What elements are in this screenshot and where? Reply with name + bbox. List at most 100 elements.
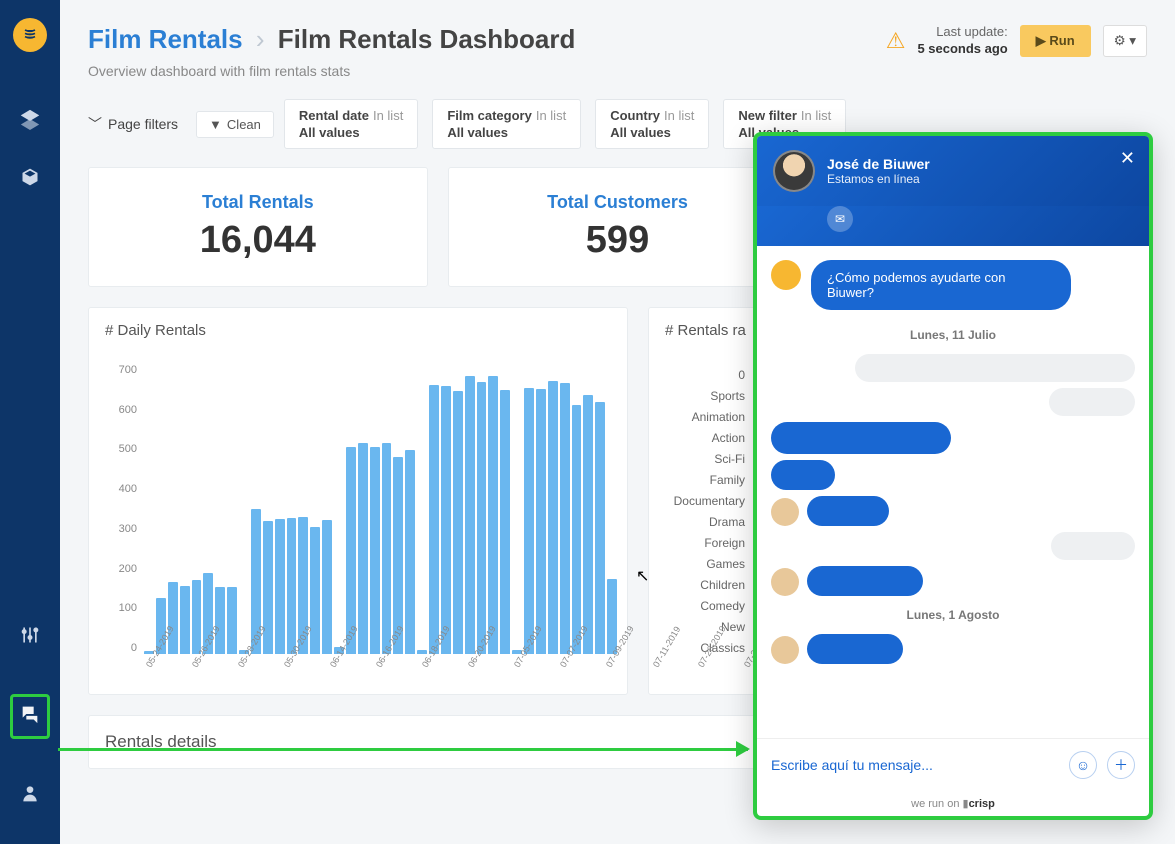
chat-agent-message bbox=[771, 460, 1135, 490]
mouse-cursor: ↖ bbox=[636, 566, 649, 586]
stat-label: Total Customers bbox=[461, 192, 775, 213]
chat-agent-message bbox=[771, 422, 1135, 454]
funnel-icon: ▼ bbox=[209, 117, 222, 132]
chart-bar[interactable] bbox=[595, 402, 605, 654]
page-filters-label: Page filters bbox=[108, 116, 178, 132]
chart-bar[interactable] bbox=[477, 382, 487, 654]
sliders-icon[interactable] bbox=[20, 625, 40, 650]
chat-input[interactable] bbox=[771, 757, 1059, 773]
layers-icon[interactable] bbox=[19, 108, 41, 135]
last-update-label: Last update: bbox=[917, 24, 1007, 41]
chat-footer-brand[interactable]: crisp bbox=[969, 798, 995, 810]
stat-label: Total Rentals bbox=[101, 192, 415, 213]
chart-bar[interactable] bbox=[346, 447, 356, 654]
chat-add-button[interactable]: ＋ bbox=[1107, 751, 1135, 779]
last-update-value: 5 seconds ago bbox=[917, 41, 1007, 58]
filter-name: Country bbox=[610, 108, 660, 123]
filter-mode: In list bbox=[664, 108, 694, 123]
chat-intro-message: ¿Cómo podemos ayudarte con Biuwer? bbox=[811, 260, 1071, 310]
chat-brand-icon bbox=[771, 260, 801, 290]
chat-date-2: Lunes, 1 Agosto bbox=[771, 608, 1135, 622]
filter-value: All values bbox=[447, 125, 566, 140]
chart-bar[interactable] bbox=[583, 395, 593, 654]
filter-name: New filter bbox=[738, 108, 797, 123]
chat-nav-highlight bbox=[10, 694, 50, 739]
stat-value: 599 bbox=[461, 219, 775, 262]
hbar-label: Animation bbox=[665, 410, 753, 424]
chat-agent-avatar bbox=[773, 150, 815, 192]
chart-bar[interactable] bbox=[524, 388, 534, 654]
gear-icon: ⚙ bbox=[1114, 33, 1126, 48]
chart-bar[interactable] bbox=[500, 390, 510, 654]
chat-footer-prefix: we run on bbox=[911, 798, 962, 810]
chevron-down-icon: ﹀ bbox=[88, 114, 102, 134]
filter-card[interactable]: Film category In list All values bbox=[432, 99, 581, 149]
stat-value: 16,044 bbox=[101, 219, 415, 262]
page-subtitle: Overview dashboard with film rentals sta… bbox=[88, 63, 886, 79]
filter-mode: In list bbox=[536, 108, 566, 123]
chat-user-message bbox=[771, 388, 1135, 416]
hbar-label: Sports bbox=[665, 389, 753, 403]
page-filters-toggle[interactable]: ﹀ Page filters bbox=[88, 114, 178, 134]
chat-close-button[interactable]: ✕ bbox=[1120, 148, 1135, 169]
chart-bar[interactable] bbox=[382, 443, 392, 654]
chat-agent-message bbox=[771, 496, 1135, 526]
chart-bar[interactable] bbox=[287, 518, 297, 654]
app-logo[interactable] bbox=[13, 18, 47, 52]
chat-header: José de Biuwer Estamos en línea ✕ bbox=[757, 136, 1149, 206]
chart-bar[interactable] bbox=[441, 386, 451, 654]
user-icon[interactable] bbox=[20, 783, 40, 808]
chat-user-message bbox=[771, 532, 1135, 560]
filter-value: All values bbox=[299, 125, 403, 140]
settings-button[interactable]: ⚙ ▾ bbox=[1103, 25, 1147, 57]
clean-filters-button[interactable]: ▼ Clean bbox=[196, 111, 274, 138]
chart-bar[interactable] bbox=[429, 385, 439, 654]
hbar-label: Comedy bbox=[665, 599, 753, 613]
filter-mode: In list bbox=[801, 108, 831, 123]
clean-label: Clean bbox=[227, 117, 261, 132]
chart-bar[interactable] bbox=[572, 405, 582, 654]
hbar-label: Foreign bbox=[665, 536, 753, 550]
warning-icon: ⚠ bbox=[886, 28, 906, 54]
daily-rentals-chart-card: # Daily Rentals 7006005004003002001000 0… bbox=[88, 307, 628, 695]
mail-icon: ✉ bbox=[835, 212, 845, 226]
chart-bar[interactable] bbox=[405, 450, 415, 654]
run-label: Run bbox=[1049, 33, 1074, 48]
filter-card[interactable]: Country In list All values bbox=[595, 99, 709, 149]
run-button[interactable]: ▶ Run bbox=[1020, 25, 1091, 57]
page-title: Film Rentals Dashboard bbox=[278, 24, 576, 54]
chart-bar[interactable] bbox=[560, 383, 570, 654]
chart-bar[interactable] bbox=[453, 391, 463, 654]
hbar-label: Sci-Fi bbox=[665, 452, 753, 466]
chat-panel: José de Biuwer Estamos en línea ✕ ✉ ¿Cóm… bbox=[753, 132, 1153, 820]
filter-value: All values bbox=[610, 125, 694, 140]
chat-emoji-button[interactable]: ☺ bbox=[1069, 751, 1097, 779]
hbar-label: Drama bbox=[665, 515, 753, 529]
chat-icon[interactable] bbox=[19, 703, 41, 730]
chat-mail-button[interactable]: ✉ bbox=[827, 206, 853, 232]
filter-name: Film category bbox=[447, 108, 532, 123]
chevron-right-icon: › bbox=[256, 24, 265, 54]
chart-bar[interactable] bbox=[358, 443, 368, 654]
chart-bar[interactable] bbox=[536, 389, 546, 654]
breadcrumb-root[interactable]: Film Rentals bbox=[88, 24, 243, 54]
chart-bar[interactable] bbox=[465, 376, 475, 654]
annotation-arrow bbox=[58, 748, 748, 751]
chart-bar[interactable] bbox=[370, 447, 380, 654]
filter-name: Rental date bbox=[299, 108, 369, 123]
last-update: Last update: 5 seconds ago bbox=[917, 24, 1007, 58]
cube-icon[interactable] bbox=[20, 167, 40, 192]
hbar-label: Documentary bbox=[665, 494, 753, 508]
hbar-label: Games bbox=[665, 557, 753, 571]
chart-bar[interactable] bbox=[548, 381, 558, 654]
hbar-label: Family bbox=[665, 473, 753, 487]
filter-card[interactable]: Rental dateIn listAll values bbox=[284, 99, 418, 149]
stat-card: Total Customers 599 bbox=[448, 167, 788, 287]
chat-agent-message bbox=[771, 634, 1135, 664]
chart-bar[interactable] bbox=[488, 376, 498, 654]
chat-date-1: Lunes, 11 Julio bbox=[771, 328, 1135, 342]
chat-user-message bbox=[771, 354, 1135, 382]
sidebar bbox=[0, 0, 60, 844]
bar-chart: 7006005004003002001000 05-24-201905-26-2… bbox=[89, 354, 627, 694]
chat-status: Estamos en línea bbox=[827, 172, 930, 186]
